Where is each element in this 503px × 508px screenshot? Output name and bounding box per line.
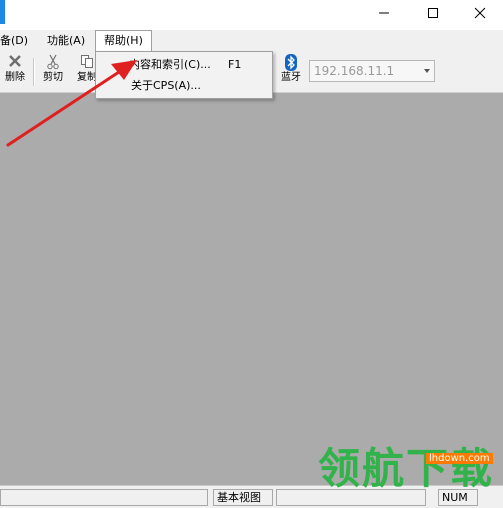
annotation-arrow [6,60,137,147]
status-view-panel: 基本视图 [213,489,273,506]
watermark-url: lhdown.com [426,453,493,464]
status-panel-main [0,489,208,506]
